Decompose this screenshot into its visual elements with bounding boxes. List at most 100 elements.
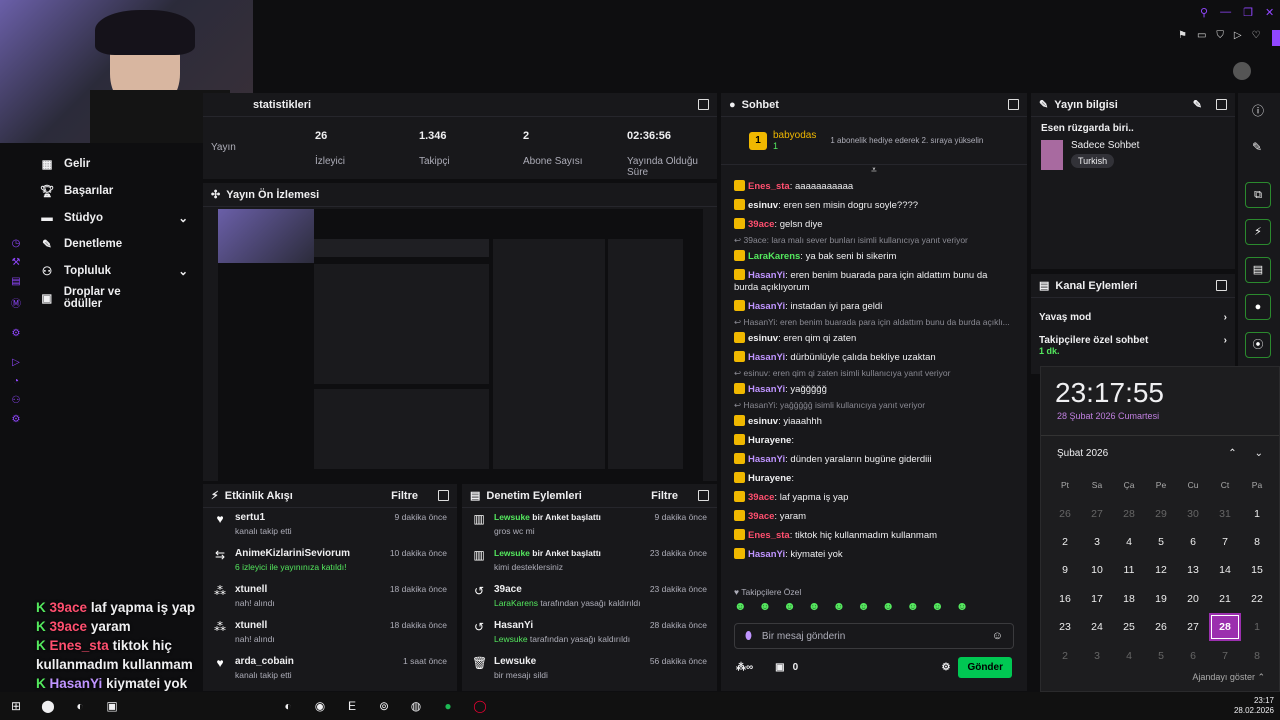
play-icon[interactable]: ▷ — [1234, 30, 1242, 41]
calendar-day[interactable]: 15 — [1241, 556, 1273, 584]
chat-username[interactable]: LaraKarens — [748, 251, 800, 262]
sidebar-item-basarilar[interactable]: 🏆︎ Başarılar — [0, 178, 200, 205]
app-icon[interactable]: ◐ — [272, 692, 304, 720]
chat-username[interactable]: HasanYi — [748, 352, 785, 363]
search-icon[interactable]: ⚲ — [1200, 6, 1208, 24]
settings-icon[interactable]: ⚙ — [941, 662, 950, 673]
calendar-day[interactable]: 6 — [1177, 641, 1209, 669]
calendar-day[interactable]: 4 — [1113, 641, 1145, 669]
calendar-day[interactable]: 29 — [1145, 499, 1177, 527]
app-icon[interactable]: ◍ — [400, 692, 432, 720]
clip-button[interactable]: ⧉ — [1245, 182, 1271, 208]
chest-icon[interactable]: ▣ — [775, 662, 784, 673]
emote[interactable]: ☻ — [808, 599, 821, 617]
popout-icon[interactable] — [1216, 99, 1227, 110]
calendar-day[interactable]: 7 — [1209, 641, 1241, 669]
calendar-day[interactable]: 26 — [1049, 499, 1081, 527]
filter-button[interactable]: Filtre — [391, 490, 418, 502]
chat-button[interactable]: ● — [1245, 294, 1271, 320]
calendar-day[interactable]: 18 — [1113, 585, 1145, 613]
chat-username[interactable]: 39ace — [748, 219, 774, 230]
chat-username[interactable]: Enes_sta — [748, 181, 790, 192]
calendar-day[interactable]: 8 — [1241, 641, 1273, 669]
calendar-day[interactable]: 2 — [1049, 641, 1081, 669]
emote-picker-icon[interactable]: ☺ — [992, 630, 1003, 642]
calendar-day[interactable]: 2 — [1049, 528, 1081, 556]
edit-icon[interactable]: ✎ — [1193, 98, 1202, 111]
calendar-day[interactable]: 1 — [1241, 613, 1273, 641]
chevron-up-icon[interactable]: ⌃ — [1228, 448, 1236, 459]
popout-icon[interactable] — [698, 99, 709, 110]
calendar-day[interactable]: 30 — [1177, 499, 1209, 527]
calendar-day[interactable]: 8 — [1241, 528, 1273, 556]
calendar-day[interactable]: 3 — [1081, 528, 1113, 556]
calendar-day[interactable]: 1 — [1241, 499, 1273, 527]
opera-icon[interactable]: ◯ — [464, 692, 496, 720]
calendar-day[interactable]: 23 — [1049, 613, 1081, 641]
shield-icon[interactable]: ⛉ — [1216, 30, 1224, 41]
clock-date[interactable]: 28 Şubat 2026 Cumartesi — [1041, 409, 1279, 423]
calendar-day[interactable]: 5 — [1145, 528, 1177, 556]
sidebar-item-studyo[interactable]: ▬ Stüdyo ⌄ — [0, 204, 200, 231]
chat-username[interactable]: esinuv — [748, 200, 778, 211]
popout-icon[interactable] — [698, 490, 709, 501]
emote[interactable]: ☻ — [956, 599, 969, 617]
chat-username[interactable]: HasanYi — [748, 270, 785, 281]
discord-icon[interactable]: ◉ — [304, 692, 336, 720]
popout-icon[interactable] — [438, 490, 449, 501]
filter-button[interactable]: Filtre — [651, 490, 678, 502]
steam-icon[interactable]: ⊚ — [368, 692, 400, 720]
app-icon[interactable]: ▣ — [96, 692, 128, 720]
emote[interactable]: ☻ — [759, 599, 772, 617]
chat-username[interactable]: Hurayene — [748, 435, 791, 446]
calendar-day[interactable]: 17 — [1081, 585, 1113, 613]
agenda-toggle[interactable]: Ajandayı göster ⌃ — [1192, 672, 1265, 683]
info-icon[interactable]: ⓘ — [1252, 102, 1264, 119]
calendar-day[interactable]: 20 — [1177, 585, 1209, 613]
chat-username[interactable]: Enes_sta — [748, 530, 790, 541]
rail-icon[interactable]: ⚙ — [0, 414, 32, 425]
spotify-icon[interactable]: ● — [432, 692, 464, 720]
rail-icon[interactable]: ▷ — [0, 357, 32, 368]
points-icon[interactable]: ⁂∞ — [736, 662, 753, 673]
chat-username[interactable]: HasanYi — [748, 384, 785, 395]
calendar-day[interactable]: 19 — [1145, 585, 1177, 613]
rail-icon[interactable]: ◔ — [0, 376, 32, 387]
calendar-day[interactable]: 11 — [1113, 556, 1145, 584]
sidebar-item-droplar[interactable]: ▣ Droplar ve ödüller — [0, 284, 200, 311]
emote[interactable]: ☻ — [734, 599, 747, 617]
popout-icon[interactable] — [1216, 280, 1227, 291]
start-icon[interactable]: ⊞ — [0, 692, 32, 720]
calendar-day[interactable]: 26 — [1145, 613, 1177, 641]
calendar-day[interactable]: 5 — [1145, 641, 1177, 669]
rail-icon[interactable]: ⚇ — [0, 395, 32, 406]
close-icon[interactable]: ✕ — [1265, 6, 1274, 24]
emote[interactable]: ☻ — [783, 599, 796, 617]
month-label[interactable]: Şubat 2026 — [1057, 448, 1228, 459]
calendar-day[interactable]: 16 — [1049, 585, 1081, 613]
popout-icon[interactable] — [1008, 99, 1019, 110]
chat-username[interactable]: esinuv — [748, 333, 778, 344]
calendar-day[interactable]: 10 — [1081, 556, 1113, 584]
app-icon[interactable]: ◐ — [64, 692, 96, 720]
emote[interactable]: ☻ — [931, 599, 944, 617]
calendar-day[interactable]: 9 — [1049, 556, 1081, 584]
minimize-icon[interactable]: — — [1220, 6, 1231, 24]
heart-icon[interactable]: ♡ — [1252, 30, 1261, 41]
calendar-day[interactable]: 24 — [1081, 613, 1113, 641]
chat-username[interactable]: HasanYi — [748, 301, 785, 312]
send-button[interactable]: Gönder — [958, 656, 1012, 678]
emote[interactable]: ☻ — [906, 599, 919, 617]
avatar[interactable] — [1233, 62, 1251, 80]
chat-username[interactable]: HasanYi — [748, 549, 785, 560]
calendar-day[interactable]: 31 — [1209, 499, 1241, 527]
chat-username[interactable]: 39ace — [748, 492, 774, 503]
scroll-down-icon[interactable]: ⩡ — [721, 165, 1027, 177]
taskbar-clock[interactable]: 23:17 28.02.2026 — [1234, 696, 1280, 716]
preview-video[interactable] — [218, 209, 703, 481]
chat-username[interactable]: HasanYi — [748, 454, 785, 465]
chat-username[interactable]: esinuv — [748, 416, 778, 427]
calendar-day[interactable]: 14 — [1209, 556, 1241, 584]
calendar-day[interactable]: 28 — [1209, 612, 1241, 642]
followers-chat-item[interactable]: Takipçilere özel sohbet 1 dk. › — [1031, 329, 1235, 363]
